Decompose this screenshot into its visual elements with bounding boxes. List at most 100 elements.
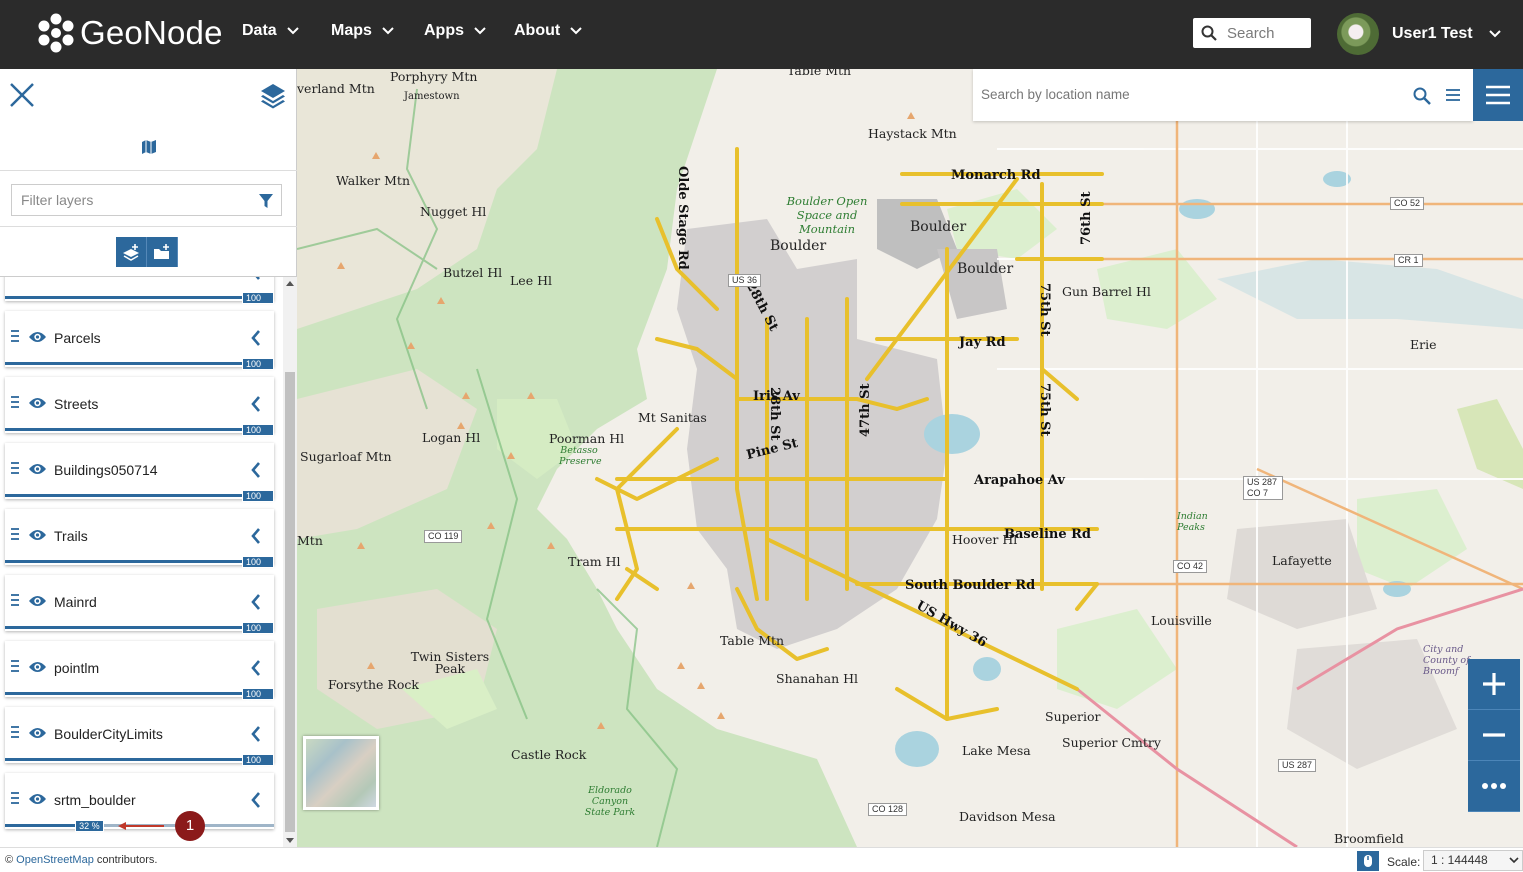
opacity-slider[interactable] bbox=[5, 692, 274, 695]
place-label: Forsythe Rock bbox=[328, 677, 419, 692]
more-tools-button[interactable] bbox=[1468, 761, 1520, 812]
opacity-handle[interactable]: 100 % bbox=[242, 754, 274, 775]
drag-handle-icon[interactable] bbox=[10, 461, 20, 475]
opacity-handle[interactable]: 100 % bbox=[242, 358, 274, 379]
scroll-thumb[interactable] bbox=[285, 372, 295, 832]
chevron-down-icon bbox=[382, 27, 394, 35]
location-search-input[interactable]: Search by location name bbox=[973, 69, 1473, 121]
opacity-handle[interactable]: 100 % bbox=[242, 556, 274, 577]
place-label: Table Mtn bbox=[787, 69, 852, 78]
opacity-fill bbox=[5, 626, 274, 629]
add-layer-button[interactable] bbox=[116, 237, 147, 267]
layer-item[interactable]: Parcels 100 % bbox=[5, 311, 274, 379]
layer-item[interactable]: srtm_boulder 32 % bbox=[5, 773, 274, 832]
overview-map[interactable] bbox=[303, 736, 379, 810]
eye-icon[interactable] bbox=[28, 660, 47, 674]
scale-select[interactable]: 1 : 144448 bbox=[1423, 850, 1523, 871]
layer-list-scrollbar[interactable] bbox=[283, 277, 297, 847]
chevron-left-icon[interactable] bbox=[251, 528, 261, 544]
map-icon bbox=[141, 140, 156, 154]
opacity-slider[interactable] bbox=[5, 296, 274, 299]
opacity-handle[interactable]: 100 % bbox=[242, 688, 274, 709]
list-icon[interactable] bbox=[1445, 88, 1461, 102]
site-search-input[interactable]: Search bbox=[1193, 18, 1311, 48]
layer-item[interactable]: BoulderCityLimits 100 % bbox=[5, 707, 274, 775]
burger-menu-button[interactable] bbox=[1473, 69, 1523, 121]
eye-icon[interactable] bbox=[28, 726, 47, 740]
nav-maps-menu[interactable]: Maps bbox=[331, 22, 394, 40]
opacity-handle[interactable]: 100 % bbox=[242, 292, 274, 313]
opacity-handle[interactable]: 100 % bbox=[242, 490, 274, 511]
filter-icon[interactable] bbox=[259, 193, 273, 209]
opacity-slider[interactable] bbox=[5, 428, 274, 431]
place-label: Butzel Hl bbox=[443, 265, 503, 280]
opacity-slider[interactable] bbox=[5, 362, 274, 365]
layer-name: Parcels bbox=[54, 330, 101, 346]
chevron-left-icon[interactable] bbox=[251, 396, 261, 412]
eye-icon[interactable] bbox=[28, 594, 47, 608]
layer-name: pointlm bbox=[54, 660, 100, 676]
chevron-left-icon[interactable] bbox=[251, 726, 261, 742]
nav-apps-menu[interactable]: Apps bbox=[424, 22, 486, 40]
area-label: Indian Peaks bbox=[1177, 511, 1208, 533]
add-group-button[interactable] bbox=[147, 237, 178, 267]
map-canvas[interactable]: verland Mtn Porphyry Mtn Jamestown Table… bbox=[297, 69, 1523, 847]
layer-item[interactable]: pointlm 100 % bbox=[5, 641, 274, 709]
chevron-left-icon[interactable] bbox=[251, 462, 261, 478]
opacity-slider[interactable] bbox=[5, 494, 274, 497]
scroll-down-arrow[interactable] bbox=[286, 838, 294, 843]
zoom-controls bbox=[1468, 659, 1520, 812]
drag-handle-icon[interactable] bbox=[10, 725, 20, 739]
brand-name: GeoNode bbox=[80, 14, 223, 51]
opacity-handle[interactable]: 100 % bbox=[242, 424, 274, 445]
road-label: South Boulder Rd bbox=[905, 578, 1036, 593]
eye-icon[interactable] bbox=[28, 330, 47, 344]
eye-icon[interactable] bbox=[28, 792, 47, 806]
eye-icon[interactable] bbox=[28, 462, 47, 476]
chevron-left-icon[interactable] bbox=[251, 277, 261, 280]
zoom-in-button[interactable] bbox=[1468, 659, 1520, 710]
layer-name: Trails bbox=[54, 528, 88, 544]
drag-handle-icon[interactable] bbox=[10, 791, 20, 805]
divider bbox=[0, 226, 297, 227]
eye-icon[interactable] bbox=[28, 277, 47, 278]
opacity-slider[interactable] bbox=[5, 560, 274, 563]
opacity-handle[interactable]: 32 % bbox=[75, 820, 104, 832]
layer-item[interactable]: Mainrd 100 % bbox=[5, 575, 274, 643]
scale-label: Scale: bbox=[1387, 855, 1421, 869]
filter-layers-input[interactable]: Filter layers bbox=[11, 184, 282, 216]
drag-handle-icon[interactable] bbox=[10, 527, 20, 541]
drag-handle-icon[interactable] bbox=[10, 659, 20, 673]
layer-item[interactable]: Streets 100 % bbox=[5, 377, 274, 445]
eye-icon[interactable] bbox=[28, 396, 47, 410]
geonode-logo[interactable]: GeoNode bbox=[36, 10, 223, 56]
drag-handle-icon[interactable] bbox=[10, 593, 20, 607]
place-label: Boulder bbox=[770, 238, 827, 254]
mouse-position-button[interactable] bbox=[1357, 851, 1379, 871]
layer-item[interactable]: Trails 100 % bbox=[5, 509, 274, 577]
nav-about-menu[interactable]: About bbox=[514, 22, 582, 40]
drag-handle-icon[interactable] bbox=[10, 329, 20, 343]
opacity-slider[interactable] bbox=[5, 626, 274, 629]
drag-handle-icon[interactable] bbox=[10, 395, 20, 409]
zoom-out-button[interactable] bbox=[1468, 710, 1520, 761]
map-view-toggle[interactable] bbox=[0, 129, 297, 165]
scroll-up-arrow[interactable] bbox=[286, 281, 294, 286]
chevron-left-icon[interactable] bbox=[251, 792, 261, 808]
chevron-left-icon[interactable] bbox=[251, 660, 261, 676]
openstreetmap-link[interactable]: OpenStreetMap bbox=[16, 854, 94, 866]
layer-item[interactable]: 100 % bbox=[5, 277, 274, 313]
chevron-left-icon[interactable] bbox=[251, 594, 261, 610]
map-attribution: © OpenStreetMap contributors. bbox=[5, 854, 157, 866]
eye-icon[interactable] bbox=[28, 528, 47, 542]
close-icon[interactable] bbox=[8, 81, 36, 109]
layers-icon[interactable] bbox=[259, 81, 287, 109]
nav-data-menu[interactable]: Data bbox=[242, 22, 299, 40]
chevron-left-icon[interactable] bbox=[251, 330, 261, 346]
user-menu[interactable]: User1 Test bbox=[1337, 13, 1501, 55]
opacity-slider[interactable] bbox=[5, 758, 274, 761]
opacity-handle[interactable]: 100 % bbox=[242, 622, 274, 643]
search-icon[interactable] bbox=[1413, 87, 1431, 105]
road-label: Arapahoe Av bbox=[974, 473, 1065, 488]
layer-item[interactable]: Buildings050714 100 % bbox=[5, 443, 274, 511]
